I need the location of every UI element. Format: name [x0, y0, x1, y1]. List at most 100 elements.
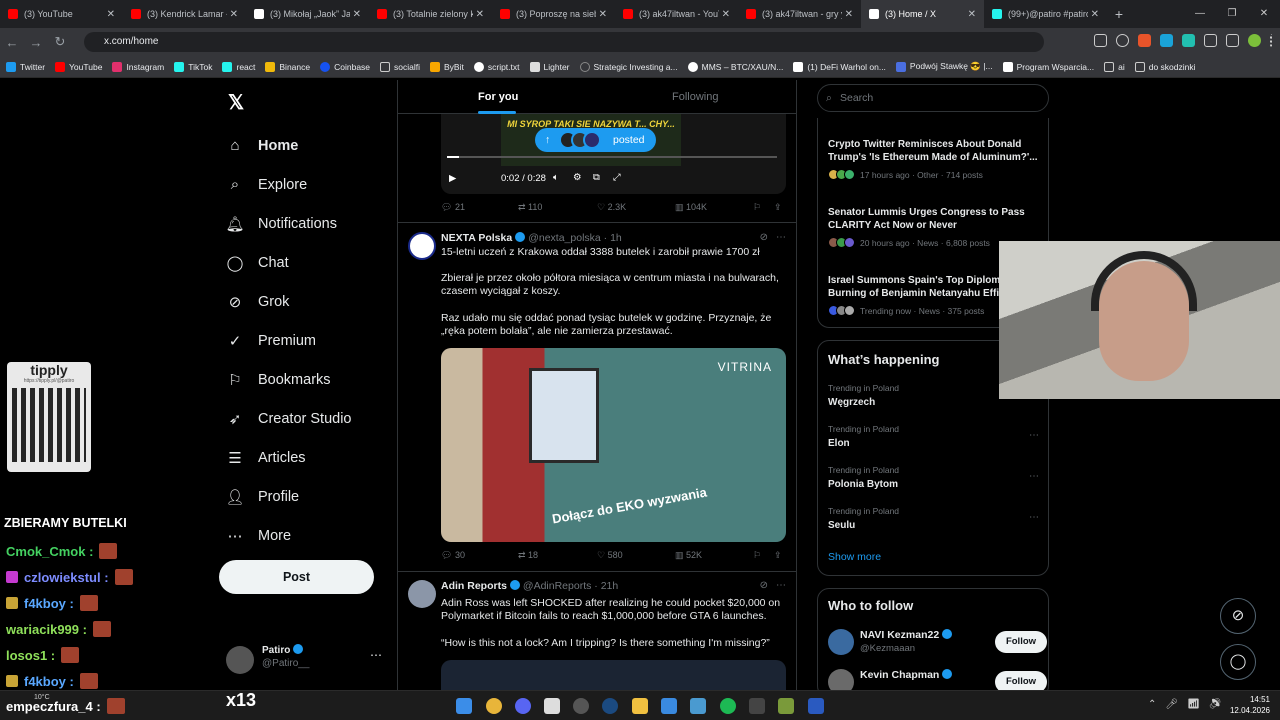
- bookmark-item[interactable]: (1) DeFi Warhol on...: [793, 61, 886, 72]
- more-icon[interactable]: ⋯: [776, 232, 786, 243]
- pip-icon[interactable]: ⧉: [593, 172, 600, 183]
- system-tray-icons[interactable]: ⌃🎤︎📶︎🔊︎: [1148, 699, 1230, 710]
- more-icon[interactable]: ⋯: [1029, 430, 1039, 441]
- follow-button[interactable]: Follow: [995, 631, 1047, 653]
- more-icon[interactable]: ⋯: [776, 580, 786, 591]
- bookmark-star-icon[interactable]: [1116, 34, 1129, 47]
- browser-tab[interactable]: (3) ak47iltwan - YouT ✕: [615, 0, 738, 28]
- close-icon[interactable]: ✕: [722, 9, 730, 20]
- repost-button[interactable]: ⇄ 110: [518, 202, 542, 213]
- trend-item[interactable]: Trending in Poland Seulu ⋯: [828, 506, 1043, 531]
- app-icon[interactable]: [690, 698, 706, 714]
- x-logo-icon[interactable]: 𝕏: [228, 90, 244, 115]
- close-icon[interactable]: ✕: [599, 9, 607, 20]
- sidebar-item-profile[interactable]: 👤︎ Profile: [225, 477, 352, 516]
- obs-icon[interactable]: [573, 698, 589, 714]
- author-handle[interactable]: @AdinReports · 21h: [523, 580, 618, 592]
- reload-icon[interactable]: ↻: [48, 34, 72, 50]
- app-icon[interactable]: [808, 698, 824, 714]
- close-icon[interactable]: ✕: [353, 9, 361, 20]
- bookmark-item[interactable]: Program Wsparcia...: [1002, 61, 1094, 72]
- reply-button[interactable]: 💬︎ 30: [441, 550, 465, 561]
- bookmark-item[interactable]: Instagram: [112, 61, 164, 72]
- browser-tab[interactable]: (3) Kendrick Lamar - ✕: [123, 0, 246, 28]
- close-icon[interactable]: ✕: [968, 9, 976, 20]
- video-progress-bar[interactable]: [447, 156, 777, 158]
- bookmark-item[interactable]: react: [222, 61, 255, 72]
- sidebar-item-more[interactable]: ⋯ More: [226, 516, 352, 555]
- extension-teal-icon[interactable]: [1182, 34, 1195, 47]
- close-window-icon[interactable]: ✕: [1248, 0, 1280, 28]
- bookmark-folder[interactable]: ai: [1104, 61, 1125, 72]
- bookmark-item[interactable]: ByBit: [430, 61, 464, 72]
- share-icon[interactable]: ⇪: [774, 202, 782, 213]
- tab-following[interactable]: Following: [672, 91, 718, 103]
- mute-icon[interactable]: 🔈︎: [553, 172, 559, 183]
- fullscreen-icon[interactable]: ⤢: [613, 172, 621, 183]
- chat-icon[interactable]: ◯: [1220, 644, 1256, 680]
- browser-tab[interactable]: (99+)@patiro #patiro ✕: [984, 0, 1107, 28]
- bookmark-folder[interactable]: socialfi: [380, 61, 420, 72]
- more-icon[interactable]: ⋯: [1029, 471, 1039, 482]
- back-icon[interactable]: ←: [0, 35, 24, 50]
- bookmark-item[interactable]: Twitter: [6, 61, 45, 72]
- bookmark-item[interactable]: Coinbase: [320, 61, 370, 72]
- post-button[interactable]: Post: [219, 560, 374, 594]
- bookmark-item[interactable]: Strategic Investing a...: [579, 61, 678, 72]
- browser-tab[interactable]: (3) ak47iltwan - gry y ✕: [738, 0, 861, 28]
- app-icon[interactable]: [778, 698, 794, 714]
- bookmark-item[interactable]: Binance: [265, 61, 310, 72]
- account-switcher[interactable]: Patiro @Patiro__ ⋯: [226, 644, 386, 680]
- reply-button[interactable]: 💬︎ 21: [441, 202, 465, 213]
- sidebar-item-creator-studio[interactable]: ➶ Creator Studio: [226, 399, 352, 438]
- close-icon[interactable]: ✕: [476, 9, 484, 20]
- bookmark-folder[interactable]: do skodzinki: [1134, 61, 1196, 72]
- browser-tab[interactable]: (3) Poproszę na siebie✕: [492, 0, 615, 28]
- new-tab-button[interactable]: +: [1107, 6, 1131, 22]
- sidebar-item-bookmarks[interactable]: ⚐ Bookmarks: [226, 360, 352, 399]
- sidebar-item-premium[interactable]: ✓ Premium: [226, 321, 352, 360]
- sidebar-item-home[interactable]: ⌂ Home: [226, 126, 352, 165]
- grok-icon[interactable]: ⊘: [760, 580, 768, 591]
- folder-icon[interactable]: [632, 698, 648, 714]
- grok-icon[interactable]: ⊘: [760, 232, 768, 243]
- side-panel-icon[interactable]: [1226, 34, 1239, 47]
- menu-icon[interactable]: [1270, 34, 1274, 47]
- app-icon[interactable]: [749, 698, 765, 714]
- bookmark-item[interactable]: MMS – BTC/XAU/N...: [687, 61, 783, 72]
- sidebar-item-explore[interactable]: ⌕ Explore: [226, 165, 352, 204]
- bookmark-item[interactable]: Podwój Stawkę 😎 |...: [895, 61, 993, 72]
- author-name[interactable]: NEXTA Polska: [441, 232, 512, 244]
- steam-icon[interactable]: [602, 698, 618, 714]
- app-icon[interactable]: [544, 698, 560, 714]
- app-icon[interactable]: [661, 698, 677, 714]
- windows-start-icon[interactable]: [456, 698, 472, 714]
- chrome-icon[interactable]: [486, 698, 502, 714]
- bookmark-icon[interactable]: ⚐: [753, 202, 761, 213]
- like-button[interactable]: ♡ 2.3K: [597, 202, 626, 213]
- maximize-icon[interactable]: ❐: [1216, 0, 1248, 28]
- tab-for-you[interactable]: For you: [478, 91, 518, 103]
- video-player[interactable]: MI SYROP TAKI SIE NAZYWA T... CHY... ▶ 0…: [441, 114, 786, 194]
- like-button[interactable]: ♡ 580: [597, 550, 623, 561]
- close-icon[interactable]: ✕: [845, 9, 853, 20]
- share-icon[interactable]: ⇪: [774, 550, 782, 561]
- bookmark-item[interactable]: script.txt: [473, 61, 520, 72]
- extension-blue-icon[interactable]: [1160, 34, 1173, 47]
- close-icon[interactable]: ✕: [230, 9, 238, 20]
- settings-icon[interactable]: ⚙: [573, 172, 582, 183]
- clock[interactable]: 14:51 12.04.2026: [1230, 694, 1270, 716]
- discord-icon[interactable]: [515, 698, 531, 714]
- bookmark-item[interactable]: TikTok: [174, 61, 212, 72]
- new-posts-pill[interactable]: ↑ posted: [535, 128, 656, 152]
- close-icon[interactable]: ✕: [1091, 9, 1099, 20]
- show-more-link[interactable]: Show more: [828, 551, 881, 563]
- forward-icon[interactable]: →: [24, 35, 48, 50]
- profile-avatar[interactable]: [1248, 34, 1261, 47]
- news-item[interactable]: Crypto Twitter Reminisces About Donald T…: [828, 138, 1043, 180]
- close-icon[interactable]: ✕: [107, 9, 115, 20]
- spotify-icon[interactable]: [720, 698, 736, 714]
- tweet-image[interactable]: [441, 660, 786, 690]
- follow-suggestion[interactable]: NAVI Kezman22 @Kezmaaan Follow: [828, 629, 1047, 659]
- grok-icon[interactable]: ⊘: [1220, 598, 1256, 634]
